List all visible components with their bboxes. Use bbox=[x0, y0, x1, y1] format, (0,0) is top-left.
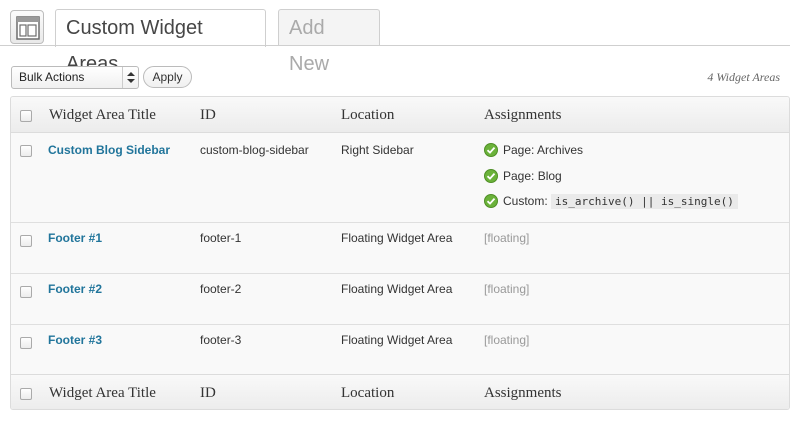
widget-area-title-link[interactable]: Footer #3 bbox=[48, 333, 102, 347]
assignment-floating: [floating] bbox=[484, 231, 530, 245]
green-check-icon bbox=[484, 194, 498, 208]
widget-area-id: custom-blog-sidebar bbox=[200, 143, 309, 157]
widget-area-id: footer-3 bbox=[200, 333, 242, 347]
assignment-label: Custom: bbox=[503, 194, 548, 208]
widget-areas-count: 4 Widget Areas bbox=[707, 70, 780, 84]
widget-areas-table: Widget Area Title ID Location Assignment… bbox=[10, 96, 790, 410]
table-row: Footer #2 footer-2 Floating Widget Area … bbox=[11, 275, 789, 325]
table-row: Footer #1 footer-1 Floating Widget Area … bbox=[11, 224, 789, 274]
table-footer: Widget Area Title ID Location Assignment… bbox=[11, 374, 789, 409]
widget-area-id: footer-1 bbox=[200, 231, 242, 245]
table-header: Widget Area Title ID Location Assignment… bbox=[11, 97, 789, 133]
column-header-location[interactable]: Location bbox=[341, 107, 394, 124]
apply-button[interactable]: Apply bbox=[143, 66, 192, 88]
tab-add-new[interactable]: Add New bbox=[278, 9, 380, 75]
column-footer-id[interactable]: ID bbox=[200, 385, 216, 402]
assignment-floating: [floating] bbox=[484, 333, 530, 347]
bulk-actions-select[interactable]: Bulk Actions bbox=[11, 66, 139, 89]
widget-area-location: Right Sidebar bbox=[341, 143, 414, 157]
column-footer-location[interactable]: Location bbox=[341, 385, 394, 402]
column-header-assignments[interactable]: Assignments bbox=[484, 107, 562, 124]
green-check-icon bbox=[484, 169, 498, 183]
column-footer-title[interactable]: Widget Area Title bbox=[49, 385, 156, 402]
green-check-icon bbox=[484, 143, 498, 157]
tab-custom-widget-areas[interactable]: Custom Widget Areas bbox=[55, 9, 266, 75]
select-all-checkbox[interactable] bbox=[20, 388, 32, 400]
widget-area-id: footer-2 bbox=[200, 282, 242, 296]
assignment-item: Page: Blog bbox=[484, 168, 562, 184]
assignment-floating: [floating] bbox=[484, 282, 530, 296]
header-divider bbox=[0, 45, 790, 46]
select-all-checkbox[interactable] bbox=[20, 110, 32, 122]
assignment-label: Page: Blog bbox=[503, 169, 562, 183]
select-arrows-icon bbox=[122, 67, 138, 88]
widget-area-title-link[interactable]: Custom Blog Sidebar bbox=[48, 143, 170, 157]
column-header-id[interactable]: ID bbox=[200, 107, 216, 124]
widget-area-title-link[interactable]: Footer #2 bbox=[48, 282, 102, 296]
column-footer-assignments[interactable]: Assignments bbox=[484, 385, 562, 402]
column-header-title[interactable]: Widget Area Title bbox=[49, 107, 156, 124]
bulk-actions-value: Bulk Actions bbox=[19, 70, 85, 84]
assignment-item: Page: Archives bbox=[484, 142, 583, 158]
row-checkbox[interactable] bbox=[20, 337, 32, 349]
row-checkbox[interactable] bbox=[20, 145, 32, 157]
widget-area-location: Floating Widget Area bbox=[341, 231, 453, 245]
row-checkbox[interactable] bbox=[20, 286, 32, 298]
widgets-layout-icon bbox=[10, 10, 44, 44]
widget-area-location: Floating Widget Area bbox=[341, 282, 453, 296]
assignment-code: is_archive() || is_single() bbox=[551, 194, 738, 209]
assignment-label: Page: Archives bbox=[503, 143, 584, 157]
table-row: Custom Blog Sidebar custom-blog-sidebar … bbox=[11, 134, 789, 223]
assignment-item: Custom: is_archive() || is_single() bbox=[484, 193, 738, 209]
widget-area-location: Floating Widget Area bbox=[341, 333, 453, 347]
row-checkbox[interactable] bbox=[20, 235, 32, 247]
page-header: Custom Widget Areas Add New bbox=[0, 0, 804, 75]
table-row: Footer #3 footer-3 Floating Widget Area … bbox=[11, 326, 789, 374]
widget-area-title-link[interactable]: Footer #1 bbox=[48, 231, 102, 245]
